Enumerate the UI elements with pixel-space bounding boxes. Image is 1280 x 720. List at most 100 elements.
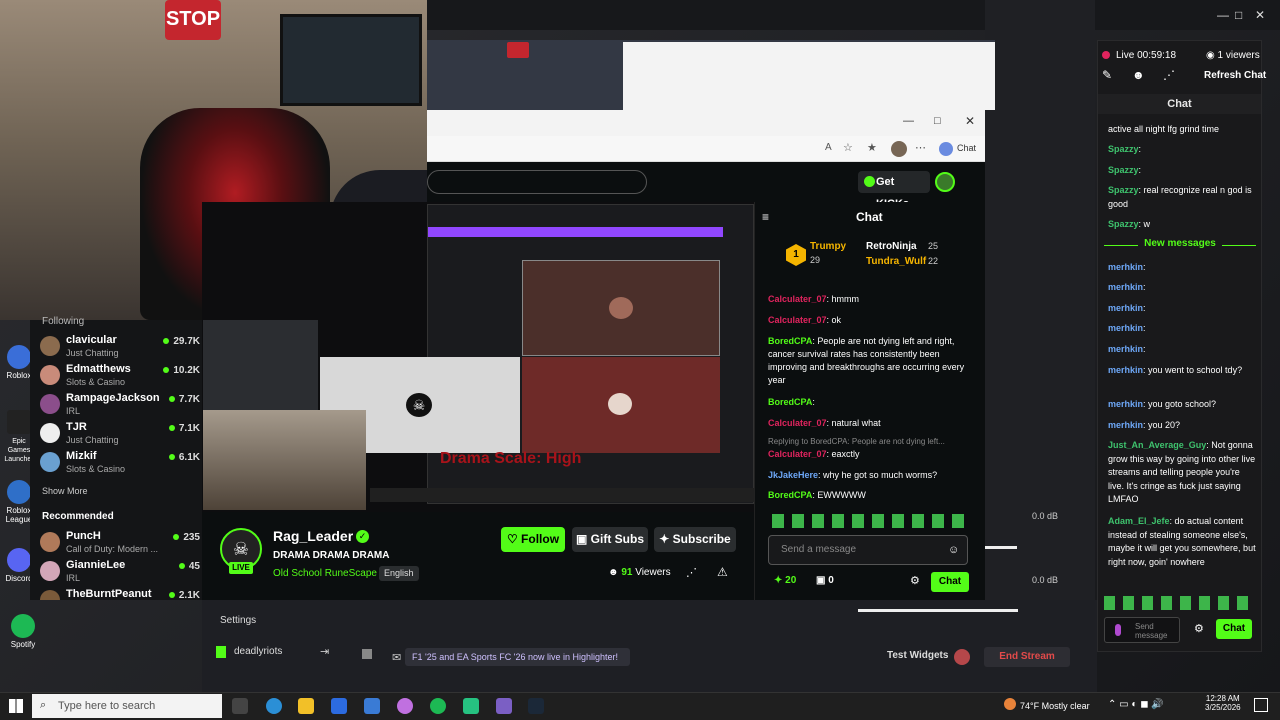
emote-bar[interactable] [1104, 596, 1252, 610]
copilot-chat-tab[interactable]: Chat [957, 143, 976, 153]
chat-message[interactable]: merhkin: [1108, 322, 1256, 336]
chat-message[interactable]: merhkin: [1108, 261, 1256, 275]
following-item[interactable]: Mizkif Slots & Casino 6.1K [40, 450, 200, 478]
maximize-icon[interactable]: □ [934, 115, 941, 127]
maximize-icon[interactable]: □ [1235, 8, 1242, 22]
settings-link[interactable]: Settings [220, 615, 256, 626]
chat-message[interactable]: Spazzy: [1108, 164, 1256, 178]
volume-slider-2[interactable] [858, 609, 1018, 612]
star-icon[interactable]: ☆ [843, 141, 853, 154]
chat-message[interactable]: BoredCPA: People are not dying left and … [768, 335, 968, 387]
steam-icon[interactable] [528, 698, 544, 714]
chat-message[interactable]: Calculater_07: hmmm [768, 293, 968, 306]
emoji-icon[interactable]: ☺ [948, 544, 959, 556]
weather-icon[interactable] [1004, 698, 1016, 710]
collapse-chat-icon[interactable]: ≡ [762, 210, 769, 224]
share-icon[interactable]: ⋰ [686, 566, 697, 579]
chat-message[interactable]: Calculater_07: natural what [768, 417, 968, 430]
system-tray-icons[interactable]: ⌃ ▭ ◐ ◼ 🔊 [1108, 699, 1164, 710]
chat-message[interactable]: BoredCPA: [768, 396, 968, 409]
chat-message[interactable]: merhkin: [1108, 302, 1256, 316]
task-view-icon[interactable] [232, 698, 248, 714]
people-icon[interactable]: ☻ [1132, 68, 1145, 82]
chat-message[interactable]: Spazzy: [1108, 143, 1256, 157]
more-icon[interactable]: ⋯ [915, 141, 926, 154]
clock[interactable]: 12:28 AM 3/25/2026 [1205, 694, 1241, 712]
edit-icon[interactable]: ✎ [1102, 68, 1112, 82]
mail-icon[interactable] [364, 698, 380, 714]
refresh-chat-button[interactable]: Refresh Chat [1204, 70, 1266, 81]
desktop-icon-spotify[interactable]: Spotify [8, 614, 38, 649]
show-more-link[interactable]: Show More [42, 486, 88, 496]
chat-message[interactable]: Spazzy: real recognize real n god is goo… [1108, 184, 1256, 211]
send-message-input[interactable]: Send a message [768, 535, 968, 565]
kick-chat-send-button[interactable]: Chat [931, 572, 969, 592]
leader-1-name[interactable]: Trumpy [810, 241, 846, 252]
obs-icon[interactable] [496, 698, 512, 714]
taskbar-search-input[interactable]: Type here to search [32, 694, 222, 718]
account-name[interactable]: deadlyriots [234, 646, 282, 657]
chat-message[interactable]: Calculater_07: ok [768, 314, 968, 327]
copilot-icon[interactable] [939, 142, 953, 156]
copilot-icon[interactable] [397, 698, 413, 714]
favorites-icon[interactable]: ★ [867, 141, 877, 154]
streamlabs-icon[interactable] [463, 698, 479, 714]
following-item[interactable]: TJR Just Chatting 7.1K [40, 421, 200, 449]
chat-message[interactable]: Just_An_Average_Guy: Not gonna grow this… [1108, 439, 1256, 507]
report-icon[interactable]: ⚠ [717, 565, 728, 579]
notifications-icon[interactable] [1254, 698, 1268, 712]
chat-message[interactable]: merhkin: [1108, 281, 1256, 295]
store-icon[interactable] [331, 698, 347, 714]
chat-message[interactable]: BoredCPA: EWWWWW [768, 489, 968, 502]
edge-icon[interactable] [266, 698, 282, 714]
user-avatar[interactable] [935, 172, 955, 192]
chat-settings-icon[interactable]: ⚙ [910, 574, 920, 587]
chat-message[interactable]: Spazzy: w [1108, 218, 1256, 232]
leader-2-name[interactable]: RetroNinja [866, 241, 917, 252]
emote-bar[interactable] [772, 514, 968, 528]
volume-slider-1[interactable] [985, 546, 1017, 549]
streamer-name[interactable]: Rag_Leader [273, 528, 353, 544]
leader-3-name[interactable]: Tundra_Wulf [866, 256, 926, 267]
gift-subs-button[interactable]: ▣ Gift Subs [572, 527, 648, 552]
weather-text[interactable]: 74°F Mostly clear [1020, 701, 1090, 711]
search-input[interactable] [427, 170, 647, 194]
following-item[interactable]: Edmatthews Slots & Casino 10.2K [40, 363, 200, 391]
end-stream-button[interactable]: End Stream [984, 647, 1070, 667]
chat-message[interactable]: Adam_El_Jefe: do actual content instead … [1108, 515, 1256, 569]
chat-message[interactable]: active all night lfg grind time [1108, 123, 1256, 137]
recommended-item[interactable]: PuncH Call of Duty: Modern ... 235 [40, 530, 200, 558]
stream-category[interactable]: Old School RuneScape [273, 568, 377, 579]
settings-icon[interactable]: ⚙ [1194, 622, 1204, 635]
chat-message[interactable]: merhkin: [1108, 343, 1256, 357]
language-tag[interactable]: English [379, 566, 419, 581]
following-item[interactable]: RampageJackson IRL 7.7K [40, 392, 200, 420]
stats-icon[interactable] [362, 649, 372, 659]
streamer-chat-send-button[interactable]: Chat [1216, 619, 1252, 639]
recommended-item[interactable]: GiannieLee IRL 45 [40, 559, 200, 587]
following-item[interactable]: clavicular Just Chatting 29.7K [40, 334, 200, 362]
profile-avatar[interactable] [891, 141, 907, 157]
recommended-item[interactable]: TheBurntPeanut 2.1K [40, 588, 200, 600]
file-explorer-icon[interactable] [298, 698, 314, 714]
logout-icon[interactable]: ⇥ [320, 645, 329, 658]
chat-message[interactable]: Calculater_07: eaxctly [768, 448, 968, 461]
subscribe-button[interactable]: ✦ Subscribe [654, 527, 736, 552]
streamer-send-input[interactable]: Send message [1104, 617, 1180, 643]
share-icon[interactable]: ⋰ [1163, 68, 1175, 82]
follow-button[interactable]: ♡ Follow [501, 527, 565, 552]
windows-start-icon[interactable] [9, 699, 23, 713]
test-widgets-button[interactable]: Test Widgets [887, 650, 948, 661]
highlighter-banner[interactable]: F1 '25 and EA Sports FC '26 now live in … [405, 648, 630, 666]
chat-message[interactable]: JkJakeHere: why he got so much worms? [768, 469, 968, 482]
spotify-icon[interactable] [430, 698, 446, 714]
record-icon[interactable] [954, 649, 970, 665]
close-icon[interactable]: ✕ [965, 114, 975, 128]
minimize-icon[interactable]: — [903, 115, 914, 127]
chat-message[interactable]: merhkin: you went to school tdy? [1108, 364, 1256, 378]
minimize-icon[interactable]: — [1217, 8, 1229, 22]
read-aloud-icon[interactable]: A [825, 142, 832, 153]
chat-message[interactable]: merhkin: you 20? [1108, 419, 1256, 433]
close-icon[interactable]: ✕ [1255, 8, 1265, 22]
chat-message[interactable]: merhkin: you goto school? [1108, 398, 1256, 412]
